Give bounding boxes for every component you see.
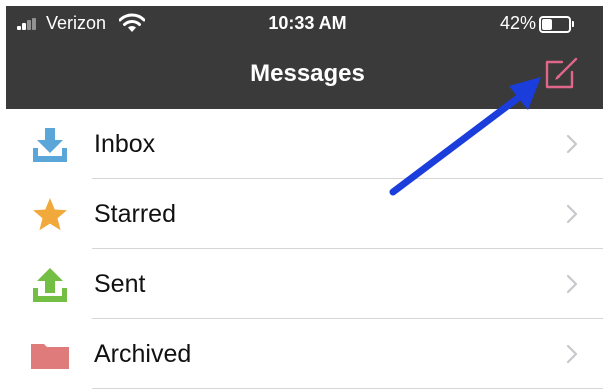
page-title: Messages [250,60,365,87]
battery-icon [539,16,574,33]
app-screen: Verizon 10:33 AM 42% Messages Inbox Star… [6,6,603,392]
row-separator [92,388,603,389]
folder-row-sent[interactable]: Sent [6,249,603,319]
folder-row-starred[interactable]: Starred [6,179,603,249]
chevron-right-icon [566,274,578,294]
folder-row-archived[interactable]: Archived [6,319,603,389]
folder-label: Sent [94,270,146,298]
folder-row-inbox[interactable]: Inbox [6,109,603,179]
status-bar: Verizon 10:33 AM 42% [6,6,603,42]
folder-list: Inbox Starred Sent Archived [6,109,603,389]
folder-icon [31,344,69,369]
folder-label: Starred [94,200,176,228]
chevron-right-icon [566,134,578,154]
star-icon [33,198,67,231]
chevron-right-icon [566,204,578,224]
chevron-right-icon [566,344,578,364]
compose-icon[interactable] [543,57,579,91]
inbox-download-icon [33,128,67,162]
battery-level [542,19,552,30]
sent-upload-icon [33,268,67,302]
folder-label: Inbox [94,130,156,158]
battery-percent: 42% [499,13,536,33]
folder-label: Archived [94,340,192,368]
navigation-header: Verizon 10:33 AM 42% Messages [6,6,603,109]
